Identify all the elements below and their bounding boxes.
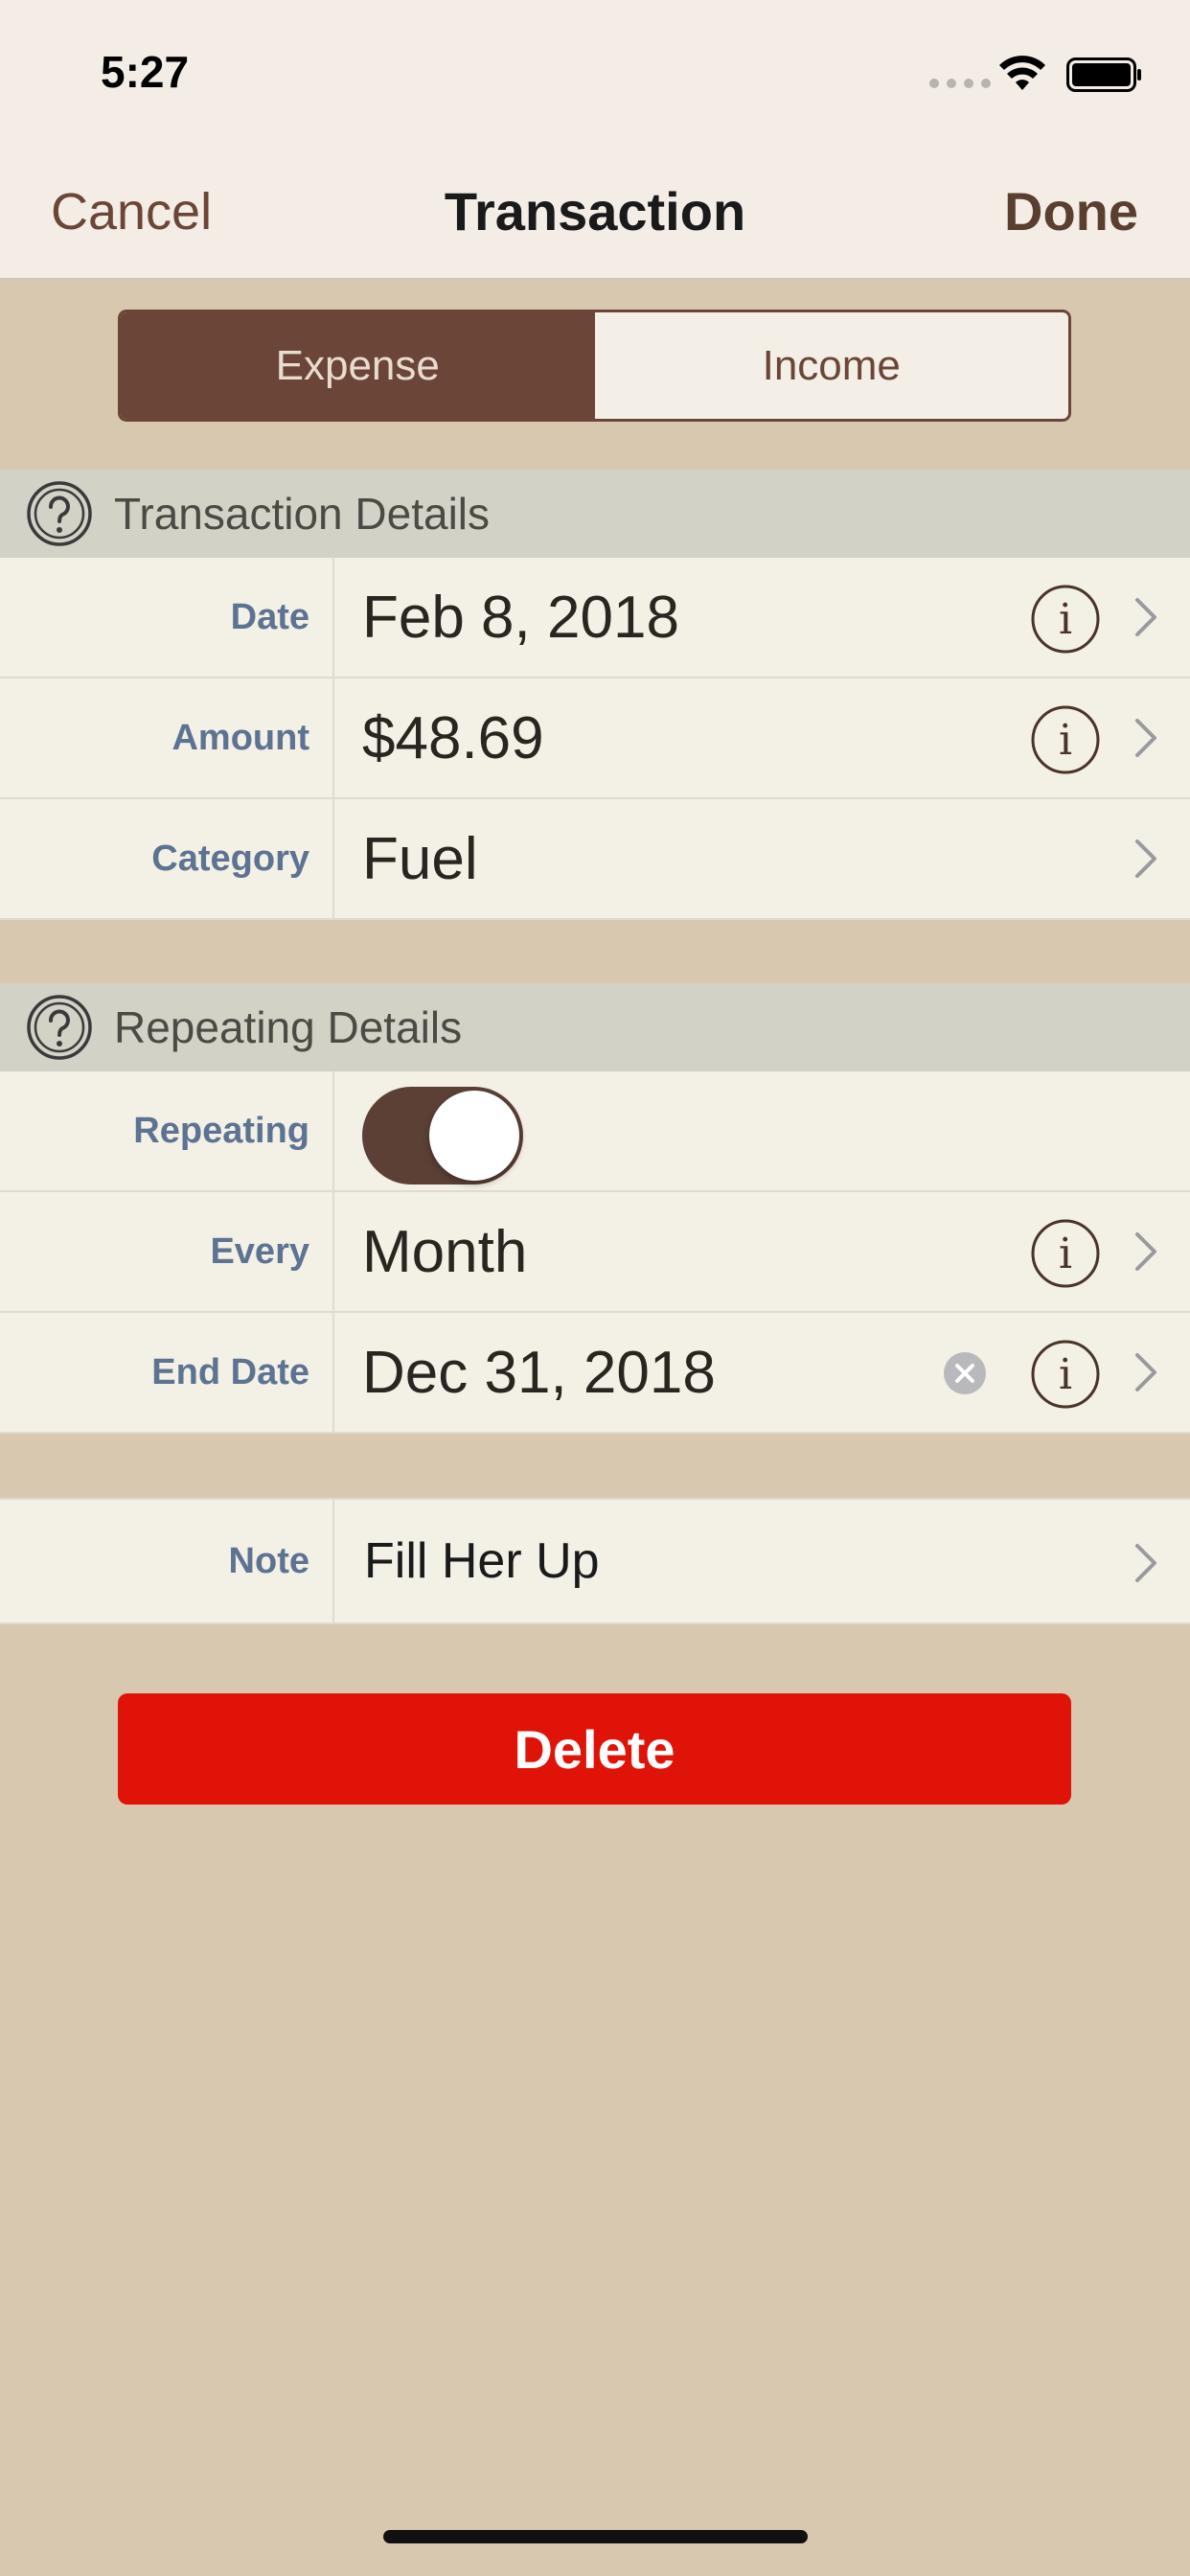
category-label: Category xyxy=(151,838,309,879)
toggle-knob xyxy=(429,1091,519,1181)
cellular-signal-icon xyxy=(929,79,991,88)
transaction-type-segmented-control: Expense Income xyxy=(118,310,1071,422)
svg-text:i: i xyxy=(1059,1230,1072,1278)
note-row[interactable]: Note Fill Her Up xyxy=(0,1498,1190,1624)
chevron-right-icon xyxy=(1135,1353,1156,1392)
end-date-value: Dec 31, 2018 xyxy=(362,1339,716,1406)
note-value: Fill Her Up xyxy=(364,1533,600,1589)
category-row[interactable]: Category Fuel xyxy=(0,799,1190,920)
help-icon[interactable] xyxy=(26,480,93,547)
info-icon[interactable]: i xyxy=(1030,1339,1101,1410)
done-button[interactable]: Done xyxy=(1004,180,1138,242)
chevron-right-icon xyxy=(1135,598,1156,636)
category-value: Fuel xyxy=(362,825,478,892)
svg-text:i: i xyxy=(1059,716,1072,765)
home-indicator[interactable] xyxy=(383,2530,808,2543)
every-label: Every xyxy=(210,1230,309,1272)
svg-text:i: i xyxy=(1059,1350,1072,1399)
transaction-details-header: Transaction Details xyxy=(0,470,1190,558)
note-label: Note xyxy=(228,1540,309,1581)
repeating-toggle[interactable] xyxy=(362,1087,523,1184)
info-icon[interactable]: i xyxy=(1030,584,1101,655)
chevron-right-icon xyxy=(1135,719,1156,757)
navigation-bar: Cancel Transaction Done xyxy=(0,144,1190,280)
date-row[interactable]: Date Feb 8, 2018 i xyxy=(0,558,1190,678)
section-title: Transaction Details xyxy=(114,489,491,539)
repeating-row: Repeating xyxy=(0,1071,1190,1192)
row-divider xyxy=(332,1071,334,1190)
chevron-right-icon xyxy=(1135,1232,1156,1271)
row-divider xyxy=(332,678,334,797)
repeating-label: Repeating xyxy=(133,1110,309,1151)
chevron-right-icon xyxy=(1135,1544,1156,1582)
date-label: Date xyxy=(230,596,309,637)
amount-row[interactable]: Amount $48.69 i xyxy=(0,678,1190,799)
row-divider xyxy=(332,1313,334,1432)
date-value: Feb 8, 2018 xyxy=(362,584,679,651)
delete-button[interactable]: Delete xyxy=(118,1693,1071,1805)
amount-value: $48.69 xyxy=(362,704,544,771)
section-title: Repeating Details xyxy=(114,1002,463,1052)
every-value: Month xyxy=(362,1218,528,1285)
status-bar: 5:27 xyxy=(0,0,1190,144)
row-divider xyxy=(332,799,334,918)
end-date-row[interactable]: End Date Dec 31, 2018 i xyxy=(0,1313,1190,1434)
row-divider xyxy=(332,558,334,677)
end-date-label: End Date xyxy=(151,1351,309,1392)
battery-icon xyxy=(1066,58,1141,92)
segment-expense[interactable]: Expense xyxy=(121,312,595,419)
chevron-right-icon xyxy=(1135,840,1156,878)
row-divider xyxy=(332,1500,334,1622)
repeating-details-header: Repeating Details xyxy=(0,983,1190,1071)
clear-icon[interactable] xyxy=(943,1351,987,1395)
every-row[interactable]: Every Month i xyxy=(0,1192,1190,1313)
status-time: 5:27 xyxy=(101,47,190,97)
segment-income[interactable]: Income xyxy=(595,312,1069,419)
svg-text:i: i xyxy=(1059,595,1072,644)
row-divider xyxy=(332,1192,334,1311)
info-icon[interactable]: i xyxy=(1030,1218,1101,1289)
info-icon[interactable]: i xyxy=(1030,704,1101,775)
help-icon[interactable] xyxy=(26,994,93,1061)
amount-label: Amount xyxy=(172,717,309,758)
wifi-icon xyxy=(999,56,1045,90)
